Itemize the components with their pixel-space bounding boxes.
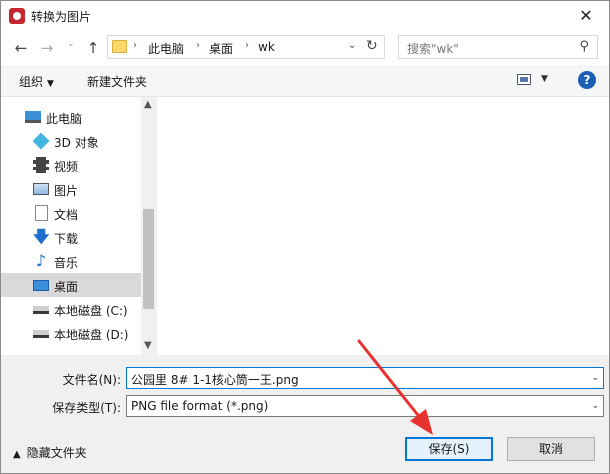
folder-icon	[112, 40, 127, 53]
cancel-button[interactable]: 取消	[507, 437, 595, 461]
app-logo-icon	[9, 8, 25, 24]
recent-locations-button[interactable]: ⌄	[67, 39, 75, 49]
sidebar-item-pictures[interactable]: 图片	[1, 177, 141, 201]
sidebar-item-documents[interactable]: 文档	[1, 201, 141, 225]
organize-menu[interactable]: 组织 ▼	[19, 73, 54, 90]
sidebar-item-drive-d[interactable]: 本地磁盘 (D:)	[1, 321, 141, 345]
up-button[interactable]: ↑	[83, 38, 103, 58]
sidebar-item-drive-c[interactable]: 本地磁盘 (C:)	[1, 297, 141, 321]
chevron-up-icon: ▲	[13, 449, 21, 460]
filename-value: 公园里 8# 1-1核心筒一王.png	[131, 373, 299, 387]
save-button[interactable]: 保存(S)	[405, 437, 493, 461]
search-placeholder: 搜索"wk"	[407, 42, 459, 56]
downloads-icon: 🡇	[33, 227, 50, 246]
sidebar-item-label: 音乐	[54, 256, 79, 270]
filetype-select[interactable]: PNG file format (*.png) ⌄	[126, 395, 604, 417]
address-bar[interactable]: › 此电脑 › 桌面 › wk ⌄ ↻	[107, 35, 385, 59]
search-input[interactable]: 搜索"wk" ⚲	[398, 35, 598, 59]
chevron-down-icon[interactable]: ⌄	[591, 373, 599, 383]
sidebar-item-3d-objects[interactable]: 3D 对象	[1, 129, 141, 153]
computer-icon	[25, 111, 41, 123]
sidebar-item-label: 桌面	[54, 280, 79, 294]
command-bar: 组织 ▼ 新建文件夹 ▼ ?	[1, 65, 609, 97]
new-folder-button[interactable]: 新建文件夹	[87, 73, 147, 90]
scroll-up-icon[interactable]: ▲	[144, 99, 152, 110]
scroll-down-icon[interactable]: ▼	[144, 340, 152, 351]
help-icon[interactable]: ?	[578, 71, 596, 89]
scrollbar-thumb[interactable]	[143, 209, 154, 309]
window-title: 转换为图片	[31, 10, 92, 24]
chevron-down-icon[interactable]: ⌄	[591, 401, 599, 411]
sidebar-item-desktop[interactable]: 桌面	[1, 273, 141, 297]
back-button[interactable]: ←	[11, 38, 31, 58]
sidebar-item-label: 下载	[54, 232, 79, 246]
refresh-icon[interactable]: ↻	[366, 38, 378, 54]
chevron-right-icon[interactable]: ›	[133, 40, 137, 51]
chevron-right-icon[interactable]: ›	[245, 40, 249, 51]
pictures-icon	[33, 183, 49, 195]
documents-icon	[35, 205, 48, 221]
sidebar-item-label: 视频	[54, 160, 79, 174]
sidebar-item-label: 图片	[54, 184, 79, 198]
sidebar-item-label: 此电脑	[46, 112, 83, 126]
view-options-icon[interactable]	[517, 74, 531, 85]
hide-folders-label: 隐藏文件夹	[26, 446, 87, 460]
filename-label: 文件名(N):	[62, 373, 121, 387]
address-row: ← → ⌄ ↑ › 此电脑 › 桌面 › wk ⌄ ↻ 搜索"wk" ⚲	[1, 31, 609, 65]
sidebar-item-label: 本地磁盘 (D:)	[54, 328, 129, 342]
organize-label: 组织	[19, 75, 44, 89]
caret-down-icon[interactable]: ▼	[541, 74, 548, 84]
sidebar-item-label: 文档	[54, 208, 79, 222]
video-icon	[33, 157, 49, 173]
chevron-right-icon[interactable]: ›	[196, 40, 200, 51]
filename-input[interactable]: 公园里 8# 1-1核心筒一王.png ⌄	[126, 367, 604, 389]
breadcrumb-desktop[interactable]: 桌面	[209, 40, 233, 57]
chevron-down-icon[interactable]: ⌄	[348, 40, 356, 51]
sidebar-item-label: 3D 对象	[54, 136, 99, 150]
drive-icon	[33, 330, 49, 338]
caret-down-icon: ▼	[47, 79, 54, 89]
breadcrumb-wk[interactable]: wk	[258, 40, 275, 54]
drive-icon	[33, 306, 49, 314]
filetype-label: 保存类型(T):	[52, 401, 121, 415]
search-icon[interactable]: ⚲	[579, 39, 589, 54]
sidebar-item-this-pc[interactable]: 此电脑	[1, 105, 141, 129]
sidebar-item-videos[interactable]: 视频	[1, 153, 141, 177]
filetype-value: PNG file format (*.png)	[131, 399, 269, 413]
sidebar-item-music[interactable]: ♪ 音乐	[1, 249, 141, 273]
forward-button[interactable]: →	[37, 38, 57, 58]
title-bar: 转换为图片 ✕	[1, 1, 609, 31]
save-dialog: 转换为图片 ✕ ← → ⌄ ↑ › 此电脑 › 桌面 › wk ⌄ ↻ 搜索"w…	[0, 0, 610, 474]
sidebar-item-downloads[interactable]: 🡇 下载	[1, 225, 141, 249]
breadcrumb-this-pc[interactable]: 此电脑	[148, 40, 184, 57]
hide-folders-toggle[interactable]: ▲ 隐藏文件夹	[13, 444, 87, 461]
desktop-icon	[33, 280, 49, 291]
music-icon: ♪	[35, 251, 47, 270]
close-button[interactable]: ✕	[563, 1, 609, 31]
file-list-area[interactable]	[157, 97, 609, 355]
3d-objects-icon	[32, 132, 50, 150]
sidebar-item-label: 本地磁盘 (C:)	[54, 304, 128, 318]
navigation-pane[interactable]: 此电脑 3D 对象 视频 图片 文档 🡇 下载 ♪ 音乐 桌面 本地磁盘 (C:…	[1, 97, 156, 355]
